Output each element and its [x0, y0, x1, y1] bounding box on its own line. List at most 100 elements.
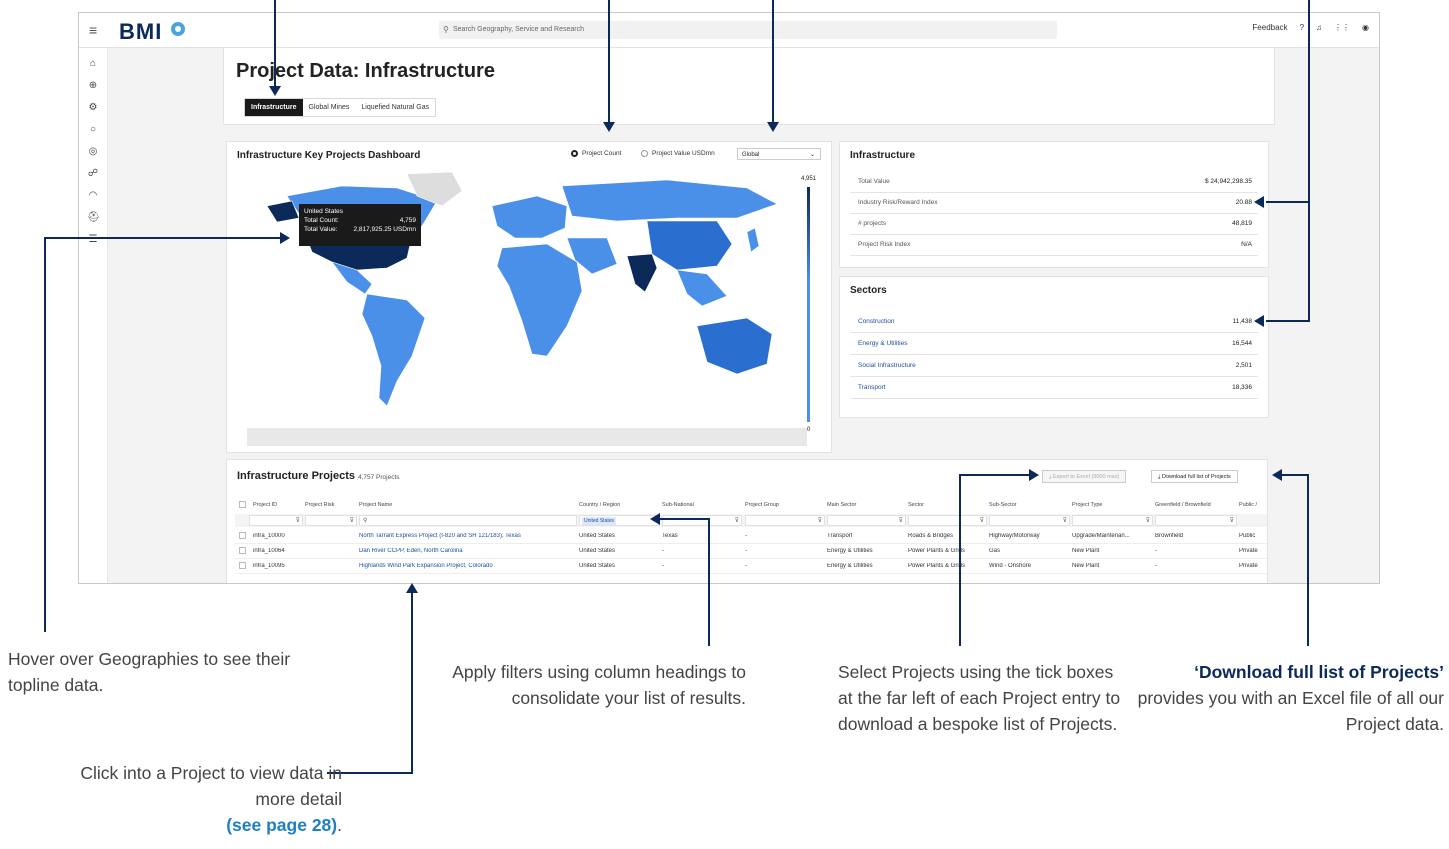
filter-icon[interactable]: ⊽ — [818, 518, 822, 524]
download-full-list-button[interactable]: ⤓ Download full list of Projects — [1151, 470, 1238, 483]
arrowhead-icon — [1254, 196, 1264, 208]
cell-greenfield: - — [1155, 563, 1157, 569]
col-greenfield[interactable]: Greenfield / Brownfield — [1155, 502, 1211, 508]
tab-lng[interactable]: Liquefied Natural Gas — [355, 99, 435, 116]
sector-row-construction[interactable]: Construction 11,438 — [850, 312, 1258, 333]
search-input[interactable]: ⚲ Search Geography, Service and Research — [439, 21, 1057, 39]
summary-row-risk-reward: Industry Risk/Reward Index 20.88 — [850, 193, 1258, 214]
col-sector[interactable]: Sector — [908, 502, 924, 508]
filter-country[interactable]: United States — [579, 515, 659, 526]
chevron-down-icon: ⌄ — [809, 152, 815, 158]
radio-project-value[interactable]: Project Value USDmn — [641, 150, 715, 157]
col-project-id[interactable]: Project ID — [253, 502, 277, 508]
menu-icon[interactable]: ≡ — [89, 22, 97, 38]
sector-link[interactable]: Energy & Utilities — [858, 340, 908, 347]
arrowhead-icon — [1272, 469, 1282, 481]
home-icon[interactable]: ⌂ — [87, 58, 99, 70]
project-name-link[interactable]: North Tarrant Express Project (I-820 and… — [359, 533, 575, 539]
gauge-icon[interactable]: ◠ — [87, 190, 99, 202]
filter-icon[interactable]: ⊽ — [899, 518, 903, 524]
bmi-logo[interactable]: BMI — [119, 19, 162, 45]
filter-project-group[interactable]: ⊽ — [745, 515, 825, 526]
filter-icon[interactable]: ⊽ — [1146, 518, 1150, 524]
table-row[interactable]: infra_10000 North Tarrant Express Projec… — [235, 529, 1267, 544]
industry-icon[interactable]: ⚙ — [87, 102, 99, 114]
sector-row-social[interactable]: Social Infrastructure 2,501 — [850, 356, 1258, 377]
radio-unselected-icon[interactable] — [641, 150, 648, 157]
col-project-name[interactable]: Project Name — [359, 502, 392, 508]
filter-project-risk[interactable]: ⊽ — [305, 515, 357, 526]
filter-icon[interactable]: ⊽ — [1063, 518, 1067, 524]
filter-project-id[interactable]: ⊽ — [249, 515, 303, 526]
filter-icon[interactable]: ⊽ — [735, 518, 739, 524]
table-row[interactable]: infra_10064 Dan River CCPP, Eden, North … — [235, 544, 1267, 559]
col-sub-national[interactable]: Sub-National — [662, 502, 694, 508]
project-name-link[interactable]: Highlands Wind Park Expansion Project, C… — [359, 563, 575, 569]
cell-sub-sector: Gas — [989, 548, 1001, 554]
radio-project-count[interactable]: Project Count — [571, 150, 621, 157]
apps-grid-icon[interactable]: ⋮⋮ — [1334, 23, 1350, 32]
table-row[interactable]: infra_10095 Highlands Wind Park Expansio… — [235, 559, 1267, 574]
legend-min: 0 — [807, 427, 811, 433]
sector-row-energy[interactable]: Energy & Utilities 16,544 — [850, 334, 1258, 355]
col-project-type[interactable]: Project Type — [1072, 502, 1102, 508]
filter-icon[interactable]: ⊽ — [350, 518, 354, 524]
arrow-hover-horizontal — [44, 237, 282, 239]
sector-row-transport[interactable]: Transport 18,336 — [850, 378, 1258, 399]
export-excel-button[interactable]: ⤓ Export to Excel (5000 max) — [1042, 470, 1127, 483]
row-checkbox[interactable] — [239, 532, 246, 539]
tooltip-count-row: Total Count: 4,759 — [304, 217, 416, 224]
filter-icon[interactable]: ⊽ — [980, 518, 984, 524]
table-header: Project ID Project Risk Project Name Cou… — [235, 498, 1267, 513]
tab-infrastructure[interactable]: Infrastructure — [245, 99, 303, 116]
projects-card: Infrastructure Projects 4,757 Projects ⤓ … — [226, 459, 1268, 583]
project-name-link[interactable]: Dan River CCPP, Eden, North Carolina — [359, 548, 575, 554]
radio-selected-icon[interactable] — [571, 150, 578, 157]
cell-sub-sector: Highway/Motorway — [989, 533, 1040, 539]
col-project-risk[interactable]: Project Risk — [305, 502, 334, 508]
col-main-sector[interactable]: Main Sector — [827, 502, 856, 508]
help-icon[interactable]: ? — [1300, 23, 1304, 32]
filter-main-sector[interactable]: ⊽ — [827, 515, 906, 526]
filter-icon[interactable]: ⊽ — [1230, 518, 1234, 524]
row-checkbox[interactable] — [239, 547, 246, 554]
filter-project-name[interactable]: ⚲ — [359, 515, 577, 526]
globe-icon[interactable]: ⊕ — [87, 80, 99, 92]
summary-title: Infrastructure — [850, 150, 916, 161]
filter-sub-national[interactable]: ⊽ — [662, 515, 742, 526]
bell-icon[interactable]: ♫ — [1316, 23, 1322, 32]
arrow-tabs — [274, 0, 276, 88]
database-icon[interactable]: ☰ — [87, 234, 99, 246]
row-checkbox[interactable] — [239, 562, 246, 569]
feedback-link[interactable]: Feedback — [1252, 23, 1287, 32]
tab-global-mines[interactable]: Global Mines — [303, 99, 356, 116]
filter-sub-sector[interactable]: ⊽ — [989, 515, 1070, 526]
country-filter-value[interactable]: United States — [582, 517, 617, 525]
sector-link[interactable]: Social Infrastructure — [858, 362, 916, 369]
region-select-value: Global — [742, 152, 760, 158]
col-country[interactable]: Country / Region — [579, 502, 620, 508]
user-icon[interactable]: ◉ — [1362, 23, 1369, 32]
arrow-select-vertical — [959, 474, 961, 646]
chart-icon[interactable]: ☍ — [87, 168, 99, 180]
chat-icon[interactable]: ○ — [87, 124, 99, 136]
filter-icon[interactable]: ⊽ — [296, 518, 300, 524]
summary-value: $ 24,942,298.35 — [1205, 178, 1252, 185]
filter-project-type[interactable]: ⊽ — [1072, 515, 1153, 526]
filter-sector[interactable]: ⊽ — [908, 515, 987, 526]
filter-greenfield[interactable]: ⊽ — [1155, 515, 1237, 526]
page-link[interactable]: (see page 28) — [226, 815, 337, 835]
col-sub-sector[interactable]: Sub-Sector — [989, 502, 1017, 508]
region-select[interactable]: Global ⌄ — [737, 148, 821, 160]
dashboard-card: Infrastructure Key Projects Dashboard Pr… — [226, 141, 832, 453]
helmet-icon[interactable]: ⛑ — [87, 212, 100, 224]
download-label: Download full list of Projects — [1161, 474, 1231, 480]
tooltip-value-value: 2,817,925.25 USDmn — [353, 226, 416, 233]
col-project-group[interactable]: Project Group — [745, 502, 779, 508]
sector-link[interactable]: Transport — [858, 384, 886, 391]
col-public[interactable]: Public / — [1239, 502, 1257, 508]
target-icon[interactable]: ◎ — [87, 146, 99, 158]
select-all-checkbox[interactable] — [239, 501, 246, 508]
sector-link[interactable]: Construction — [858, 318, 895, 325]
summary-label: Project Risk Index — [858, 241, 911, 248]
